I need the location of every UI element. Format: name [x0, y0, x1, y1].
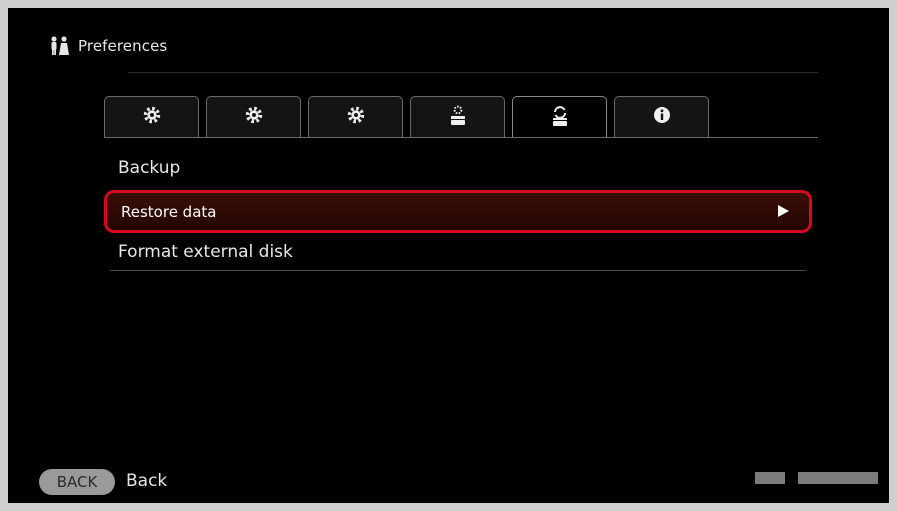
header: Preferences [48, 35, 167, 57]
drive-settings-icon [448, 104, 468, 130]
obscured-text [755, 472, 785, 484]
submenu-arrow-icon [778, 205, 789, 217]
menu-item-label: Backup [118, 158, 181, 178]
preferences-menu: Backup Restore data Format external disk [104, 154, 812, 271]
tab-settings-3[interactable] [308, 96, 403, 137]
preferences-screen: Preferences Backup Restore data Format e… [8, 8, 889, 503]
tab-drive-settings[interactable] [410, 96, 505, 137]
settings-3-icon [346, 105, 366, 129]
back-button[interactable]: BACK [39, 469, 115, 495]
tab-settings-2[interactable] [206, 96, 301, 137]
menu-item-label: Format external disk [118, 241, 293, 262]
menu-item-backup[interactable]: Backup [110, 154, 806, 188]
preferences-people-icon [48, 35, 70, 57]
tab-baseline [104, 137, 818, 138]
settings-1-icon [142, 105, 162, 129]
menu-item-restore-data[interactable]: Restore data [104, 190, 812, 233]
menu-item-format-external-disk[interactable]: Format external disk [110, 233, 806, 271]
back-label: Back [126, 471, 168, 491]
backup-restore-drive-icon [550, 105, 570, 131]
tab-backup-restore[interactable] [512, 96, 607, 138]
settings-2-icon [244, 105, 264, 129]
info-icon [652, 105, 672, 129]
tab-bar [104, 96, 716, 138]
obscured-text [798, 472, 878, 484]
tab-settings-1[interactable] [104, 96, 199, 137]
page-title: Preferences [78, 37, 168, 55]
header-divider [128, 72, 818, 73]
menu-item-label: Restore data [121, 202, 217, 221]
tab-info[interactable] [614, 96, 709, 137]
